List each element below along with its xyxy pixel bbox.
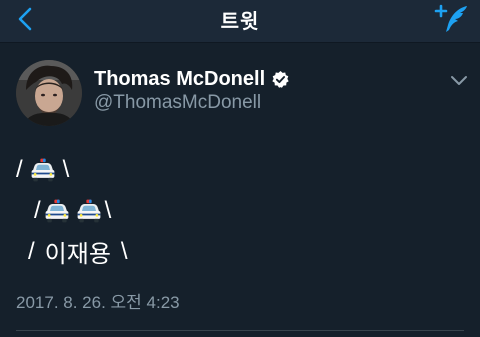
backslash-right: \ xyxy=(104,197,112,224)
tweet-text-line-3: / 이재용 \ xyxy=(28,234,128,269)
author-handle[interactable]: @ThomasMcDonell xyxy=(94,92,261,114)
profile-photo xyxy=(16,60,82,126)
backslash-right: \ xyxy=(62,156,70,183)
chevron-down-icon xyxy=(451,76,467,85)
compose-tweet-button[interactable] xyxy=(434,3,470,35)
backslash-right: \ xyxy=(120,237,128,265)
slash-left: / xyxy=(34,197,41,224)
slash-left: / xyxy=(16,156,23,183)
author-name[interactable]: Thomas McDonell xyxy=(94,68,290,91)
avatar[interactable] xyxy=(16,60,82,126)
tweet-detail-screen: 트윗 Thomas McDonell @ThomasMcDonell / \ /… xyxy=(0,0,480,337)
divider xyxy=(16,330,464,331)
more-options-button[interactable] xyxy=(450,72,468,85)
police-car-icon xyxy=(45,199,69,223)
tweet-timestamp: 2017. 8. 26. 오전 4:23 xyxy=(16,293,180,312)
page-title: 트윗 xyxy=(220,9,260,33)
tweet-text-line-1: / \ xyxy=(16,156,69,184)
slash-left: / xyxy=(28,237,35,265)
compose-tweet-icon xyxy=(434,4,467,32)
verified-badge-icon xyxy=(272,70,289,88)
author-name-text: Thomas McDonell xyxy=(94,68,266,90)
police-car-icon xyxy=(31,158,55,182)
navigation-bar: 트윗 xyxy=(0,0,480,43)
tweet-text-line-2: / \ xyxy=(34,197,111,225)
police-car-icon xyxy=(77,199,101,223)
tweet-name-text: 이재용 xyxy=(44,241,111,268)
